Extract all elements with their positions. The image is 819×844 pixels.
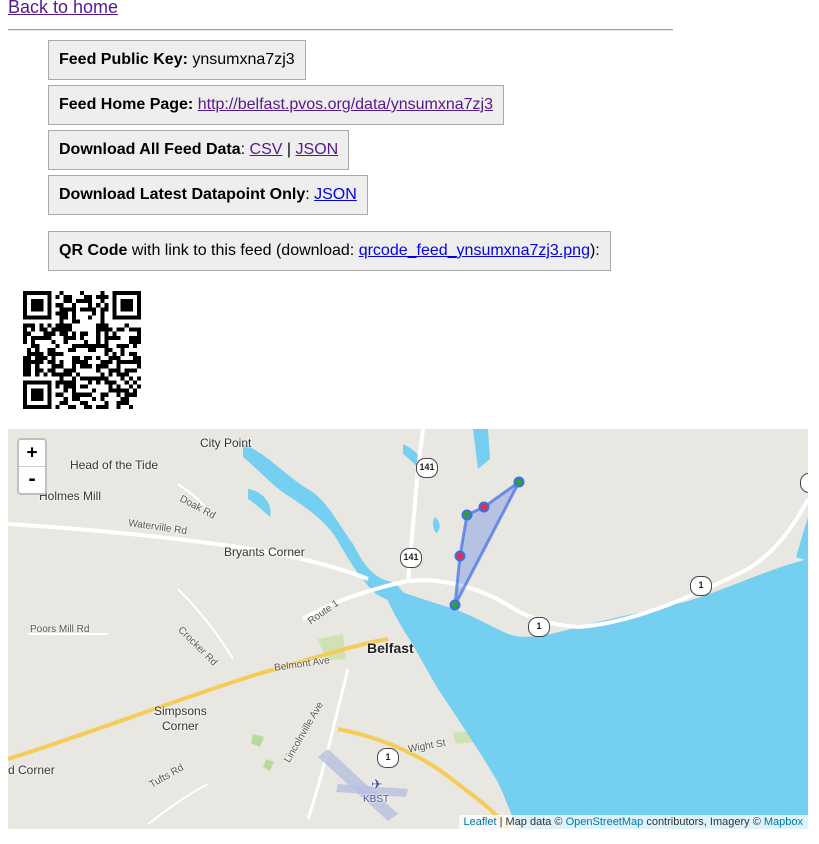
qr-text-after: ): <box>589 242 600 259</box>
home-page-link[interactable]: http://belfast.pvos.org/data/ynsumxna7zj… <box>198 96 493 113</box>
json-download-link[interactable]: JSON <box>296 141 339 158</box>
feed-datapoint-marker[interactable] <box>513 476 525 488</box>
label-simpsons-corner: Corner <box>162 719 199 733</box>
label-head-of-tide: Head of the Tide <box>70 458 159 472</box>
route-shield-1: 1 <box>528 617 550 637</box>
label-holmes-mill: Holmes Mill <box>39 489 102 503</box>
route-shield-1-2: 1 <box>690 576 712 596</box>
label-simpsons: Simpsons <box>154 704 207 718</box>
qr-code-image <box>23 291 141 409</box>
zoom-control: + - <box>17 438 47 495</box>
horizontal-divider <box>8 29 673 31</box>
label-kbst: KBST <box>363 794 390 805</box>
route-shield-1-3: 1 <box>377 748 399 768</box>
map-base-layer[interactable] <box>8 429 808 829</box>
feed-datapoint-marker[interactable] <box>454 550 466 562</box>
route-shield-141: 141 <box>416 458 438 478</box>
map-attribution: Leaflet | Map data © OpenStreetMap contr… <box>458 815 808 829</box>
leaflet-link[interactable]: Leaflet <box>464 816 497 828</box>
feed-home-page-box: Feed Home Page: http://belfast.pvos.org/… <box>48 85 504 125</box>
back-to-home-link[interactable]: Back to home <box>8 0 118 18</box>
route-shield-141-2: 141 <box>400 548 422 568</box>
airport-icon: ✈ <box>371 776 383 792</box>
label-city-point: City Point <box>200 436 252 450</box>
feed-datapoint-marker[interactable] <box>449 599 461 611</box>
label-bryants-corner: Bryants Corner <box>224 545 305 559</box>
public-key-label: Feed Public Key: <box>59 51 188 68</box>
link-separator: | <box>286 141 292 158</box>
mapbox-link[interactable]: Mapbox <box>764 816 803 828</box>
zoom-out-button[interactable]: - <box>19 466 45 493</box>
feed-datapoint-marker[interactable] <box>461 509 473 521</box>
feed-datapoint-marker[interactable] <box>478 501 490 513</box>
qr-download-link[interactable]: qrcode_feed_ynsumxna7zj3.png <box>359 242 590 259</box>
attribution-map-data: | Map data © <box>496 816 566 828</box>
csv-download-link[interactable]: CSV <box>250 141 283 158</box>
qr-text-before: with link to this feed (download: <box>127 242 359 259</box>
download-latest-box: Download Latest Datapoint Only: JSON <box>48 175 368 215</box>
label-belfast: Belfast <box>367 640 414 656</box>
qr-code-box: QR Code with link to this feed (download… <box>48 231 611 271</box>
feed-public-key-box: Feed Public Key: ynsumxna7zj3 <box>48 40 306 80</box>
label-poors-mill-rd: Poors Mill Rd <box>30 624 90 635</box>
download-all-label: Download All Feed Data <box>59 141 241 158</box>
zoom-in-button[interactable]: + <box>19 440 45 466</box>
map[interactable]: City Point Head of the Tide Holmes Mill … <box>8 429 808 829</box>
home-page-label: Feed Home Page: <box>59 96 194 113</box>
attribution-contributors: contributors, Imagery © <box>643 816 764 828</box>
download-latest-label: Download Latest Datapoint Only <box>59 186 306 203</box>
qr-label: QR Code <box>59 242 128 259</box>
download-all-box: Download All Feed Data: CSV | JSON <box>48 130 350 170</box>
latest-json-link[interactable]: JSON <box>314 186 357 203</box>
openstreetmap-link[interactable]: OpenStreetMap <box>566 816 644 828</box>
public-key-value: ynsumxna7zj3 <box>192 51 295 68</box>
label-d-corner: d Corner <box>8 763 55 777</box>
